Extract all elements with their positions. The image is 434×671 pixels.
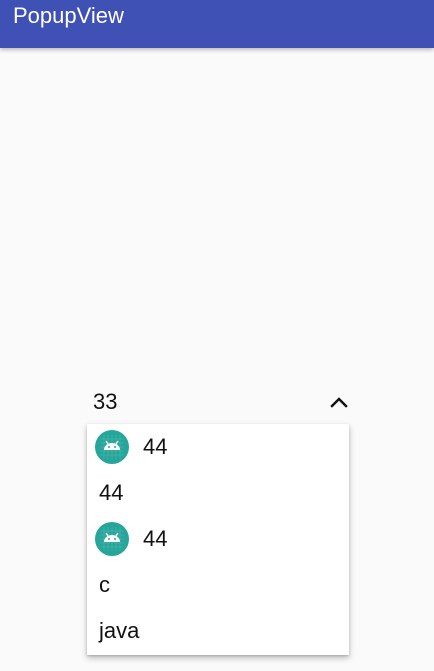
android-icon: [95, 430, 129, 464]
app-title: PopupView: [13, 3, 124, 28]
chevron-up-icon[interactable]: [329, 392, 349, 412]
list-item-label: 44: [99, 480, 124, 505]
list-item-label: 44: [143, 434, 168, 459]
list-item[interactable]: java: [87, 608, 349, 654]
list-item[interactable]: 44: [87, 470, 349, 516]
list-item[interactable]: 44: [87, 424, 349, 470]
android-icon: [95, 522, 129, 556]
list-item-label: c: [99, 572, 110, 597]
spinner-selected-value: 33: [93, 389, 118, 414]
popup-list: 44 44 44 c java: [87, 424, 349, 655]
list-item[interactable]: c: [87, 562, 349, 608]
app-bar: PopupView: [0, 0, 434, 48]
list-item-label: java: [99, 618, 140, 643]
list-item-label: 44: [143, 526, 168, 551]
list-item[interactable]: 44: [87, 516, 349, 562]
spinner[interactable]: 33: [87, 384, 349, 422]
